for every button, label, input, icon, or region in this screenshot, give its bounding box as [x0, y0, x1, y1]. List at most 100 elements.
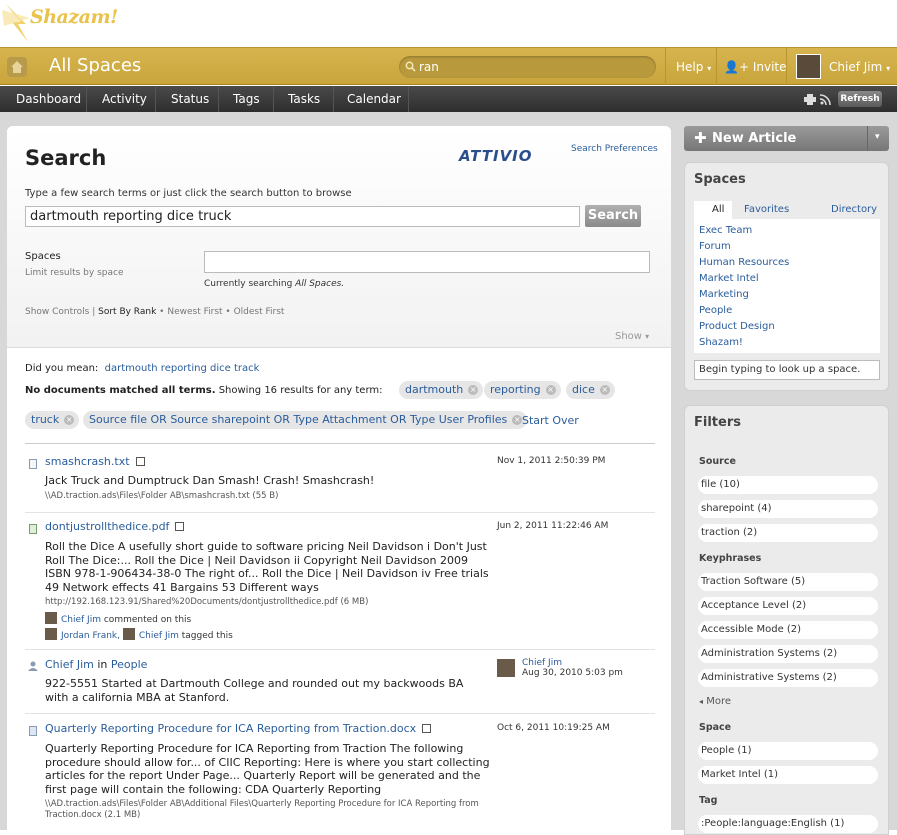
- term-chip[interactable]: dartmouth ×: [399, 381, 484, 399]
- avatar: [122, 628, 135, 640]
- user-link[interactable]: Chief Jim: [61, 615, 101, 625]
- plus-icon: ✚: [694, 129, 707, 147]
- external-link-icon[interactable]: [135, 457, 145, 466]
- filter-value[interactable]: file (10): [698, 476, 878, 494]
- tab-all[interactable]: All: [694, 201, 732, 219]
- did-you-mean-link[interactable]: dartmouth reporting dice track: [105, 363, 260, 374]
- close-icon[interactable]: ×: [64, 415, 75, 425]
- new-article-dropdown[interactable]: ▾: [867, 126, 889, 151]
- nav-status[interactable]: Status: [171, 92, 209, 106]
- result-title[interactable]: Quarterly Reporting Procedure for ICA Re…: [45, 722, 432, 735]
- main-nav: Dashboard Activity Status Tags Tasks Cal…: [0, 86, 897, 112]
- space-link[interactable]: Exec Team: [699, 225, 752, 236]
- help-menu[interactable]: Help ▾: [676, 60, 711, 74]
- home-button[interactable]: [7, 57, 27, 77]
- result-snippet: 922-5551 Started at Dartmouth College an…: [45, 677, 464, 704]
- rss-icon[interactable]: [820, 94, 831, 105]
- filter-value[interactable]: Acceptance Level (2): [698, 597, 878, 615]
- result-date: Jun 2, 2011 11:22:46 AM: [497, 521, 609, 531]
- search-query-input[interactable]: dartmouth reporting dice truck: [25, 206, 580, 227]
- search-hint: Type a few search terms or just click th…: [25, 188, 352, 199]
- filter-value[interactable]: Traction Software (5): [698, 573, 878, 591]
- user-link[interactable]: Chief Jim: [139, 631, 179, 641]
- term-chip[interactable]: truck ×: [25, 411, 80, 429]
- nav-activity[interactable]: Activity: [102, 92, 147, 106]
- user-link[interactable]: Chief Jim: [522, 658, 562, 668]
- external-link-icon[interactable]: [175, 522, 185, 531]
- filter-value[interactable]: Accessible Mode (2): [698, 621, 878, 639]
- global-search-input[interactable]: [419, 59, 649, 75]
- result-path: \\AD.traction.ads\Files\Folder AB\Additi…: [45, 799, 479, 820]
- result-item: Chief Jim in People Chief Jim Aug 30, 201…: [25, 658, 655, 714]
- space-link[interactable]: Forum: [699, 241, 731, 252]
- chevron-down-icon: ▾: [875, 132, 880, 142]
- search-button[interactable]: Search: [585, 205, 641, 227]
- logo[interactable]: Shazam!: [0, 0, 118, 46]
- new-article-button[interactable]: ✚ New Article ▾: [684, 126, 889, 151]
- comment-activity: Chief Jim commented on this: [45, 612, 191, 625]
- result-title[interactable]: dontjustrollthedice.pdf: [45, 520, 185, 533]
- spaces-filter-input[interactable]: [204, 251, 650, 273]
- avatar[interactable]: [796, 54, 821, 79]
- nav-tags[interactable]: Tags: [233, 92, 260, 106]
- show-toggle[interactable]: Show ▾: [615, 331, 649, 342]
- avatar: [45, 628, 57, 640]
- filter-value[interactable]: :People:language:English (1): [698, 815, 878, 833]
- result-title[interactable]: smashcrash.txt: [45, 455, 145, 468]
- close-icon[interactable]: ×: [512, 415, 523, 425]
- space-link[interactable]: Shazam!: [699, 337, 743, 348]
- spaces-sublabel: Limit results by space: [25, 268, 124, 278]
- result-date: Oct 6, 2011 10:19:25 AM: [497, 723, 610, 733]
- global-search[interactable]: [399, 56, 656, 78]
- space-link[interactable]: People: [111, 658, 148, 671]
- term-chip[interactable]: dice ×: [566, 381, 615, 399]
- filters-heading: Filters: [694, 415, 741, 430]
- space-link[interactable]: Human Resources: [699, 257, 789, 268]
- nav-dashboard[interactable]: Dashboard: [16, 92, 81, 106]
- search-panel: Search ATTIVIO Search Preferences Type a…: [7, 126, 671, 830]
- close-icon[interactable]: ×: [545, 385, 556, 395]
- invite-button[interactable]: 👤+ Invite: [724, 60, 787, 74]
- tab-directory[interactable]: Directory: [831, 204, 877, 215]
- filter-value[interactable]: traction (2): [698, 524, 878, 542]
- sort-oldest[interactable]: Oldest First: [234, 307, 285, 317]
- filter-value[interactable]: Administrative Systems (2): [698, 669, 878, 687]
- more-link[interactable]: ◂ More: [699, 696, 731, 707]
- page-title: All Spaces: [49, 55, 142, 76]
- avatar: [45, 612, 57, 624]
- space-link[interactable]: Product Design: [699, 321, 775, 332]
- space-link[interactable]: People: [699, 305, 732, 316]
- tab-favorites[interactable]: Favorites: [744, 204, 789, 215]
- user-link[interactable]: Jordan Frank,: [61, 631, 120, 641]
- nav-calendar[interactable]: Calendar: [347, 92, 401, 106]
- attivio-logo: ATTIVIO: [459, 147, 533, 165]
- filter-value[interactable]: People (1): [698, 742, 878, 760]
- refresh-button[interactable]: Refresh: [838, 91, 882, 107]
- close-icon[interactable]: ×: [468, 385, 479, 395]
- external-link-icon[interactable]: [422, 724, 432, 733]
- filter-value[interactable]: Market Intel (1): [698, 766, 878, 784]
- result-item: smashcrash.txt Nov 1, 2011 2:50:39 PM Ja…: [25, 455, 655, 513]
- print-icon[interactable]: [804, 94, 816, 105]
- search-preferences-link[interactable]: Search Preferences: [571, 144, 658, 154]
- result-snippet: Jack Truck and Dumptruck Dan Smash! Cras…: [45, 474, 375, 487]
- sort-by-rank[interactable]: Sort By Rank: [98, 307, 156, 317]
- start-over-link[interactable]: Start Over: [522, 414, 579, 427]
- space-lookup-input[interactable]: Begin typing to look up a space.: [694, 360, 880, 380]
- filter-group-title: Source: [699, 456, 736, 467]
- user-link[interactable]: Chief Jim: [45, 658, 94, 671]
- close-icon[interactable]: ×: [599, 385, 610, 395]
- sort-newest[interactable]: Newest First: [167, 307, 222, 317]
- filter-value[interactable]: sharepoint (4): [698, 500, 878, 518]
- result-path: http://192.168.123.91/Shared%20Documents…: [45, 597, 369, 607]
- result-path: \\AD.traction.ads\Files\Folder AB\smashc…: [45, 491, 279, 501]
- show-controls-link[interactable]: Show Controls: [25, 307, 89, 317]
- result-date: Nov 1, 2011 2:50:39 PM: [497, 456, 606, 466]
- term-chip[interactable]: reporting ×: [484, 381, 561, 399]
- space-link[interactable]: Market Intel: [699, 273, 759, 284]
- filter-chip[interactable]: Source file OR Source sharepoint OR Type…: [83, 411, 528, 429]
- nav-tasks[interactable]: Tasks: [288, 92, 320, 106]
- space-link[interactable]: Marketing: [699, 289, 749, 300]
- filter-value[interactable]: Administration Systems (2): [698, 645, 878, 663]
- user-menu[interactable]: Chief Jim ▾: [829, 60, 890, 74]
